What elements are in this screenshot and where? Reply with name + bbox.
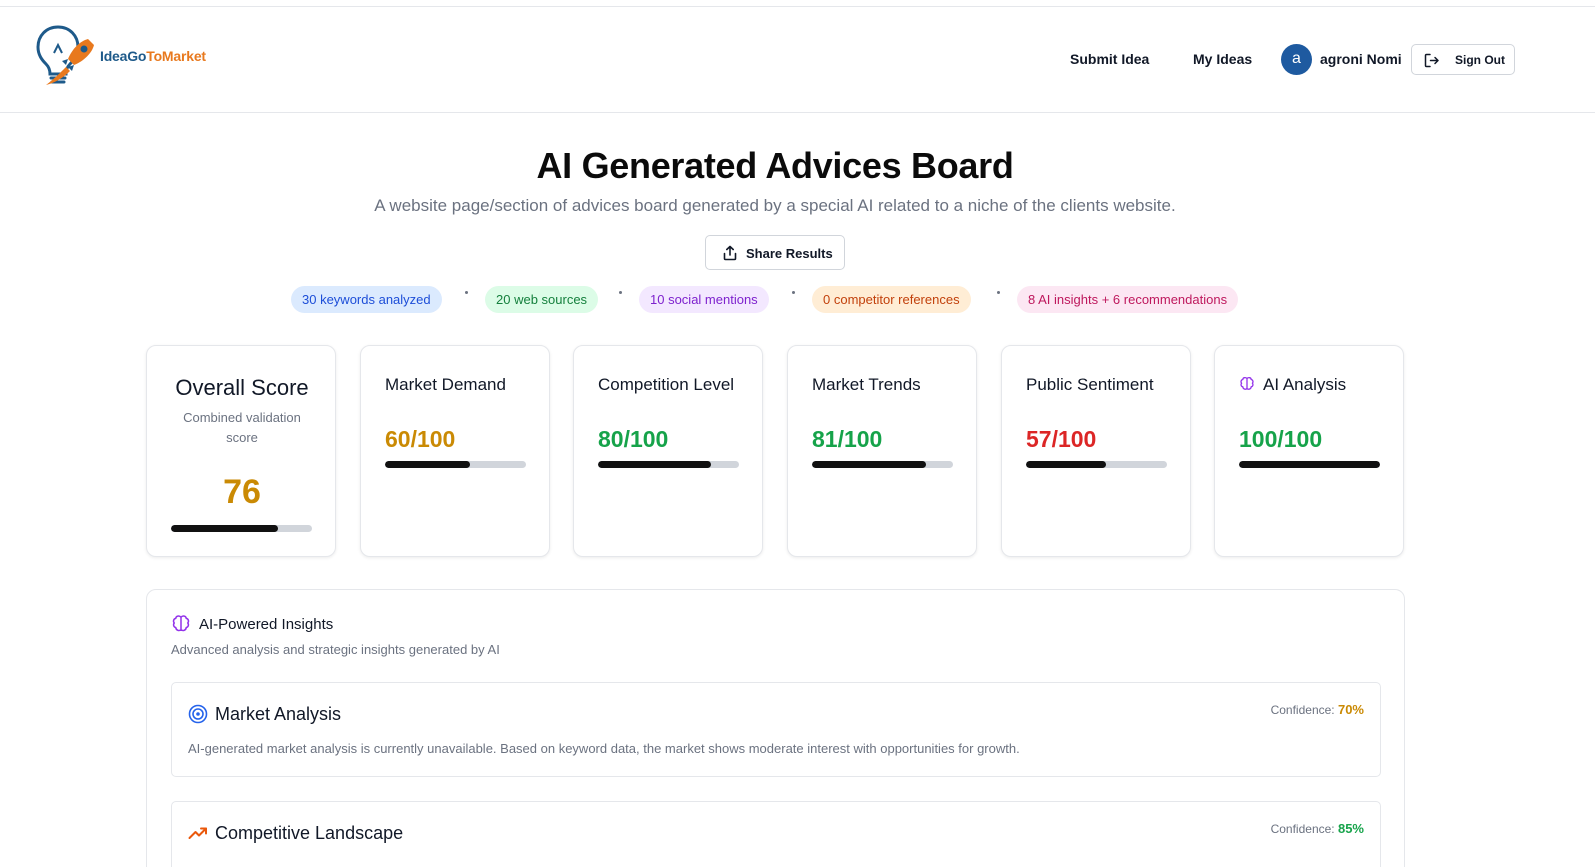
insight-title: Competitive Landscape	[215, 823, 404, 843]
metric-card-public-sentiment: Public Sentiment 57/100	[1001, 345, 1191, 557]
sign-out-label: Sign Out	[1455, 53, 1505, 67]
overall-score-value: 76	[223, 473, 261, 511]
brain-icon	[1240, 376, 1254, 390]
brand-name-part2: ToMarket	[146, 48, 206, 64]
page-subtitle: A website page/section of advices board …	[374, 196, 1176, 215]
confidence-value: 85%	[1337, 821, 1364, 836]
share-results-label: Share Results	[746, 246, 833, 261]
metric-progress-bar	[385, 461, 526, 468]
top-navbar: IdeaGoToMarket Submit Idea My Ideas a ag…	[0, 7, 1595, 113]
overall-score-card: Overall Score Combined validation score …	[146, 345, 336, 557]
brand-name: IdeaGoToMarket	[100, 48, 206, 64]
metric-score: 100/100	[1239, 426, 1323, 452]
brain-icon	[172, 615, 190, 632]
metric-score: 57/100	[1026, 426, 1097, 452]
brand-name-part1: IdeaGo	[100, 48, 147, 64]
stat-social-mentions: 10 social mentions	[639, 286, 769, 313]
avatar[interactable]: a	[1281, 44, 1312, 75]
stat-ai-insights: 8 AI insights + 6 recommendations	[1017, 286, 1239, 313]
metric-card-competition-level: Competition Level 80/100	[573, 345, 763, 557]
ai-insights-panel: AI-Powered Insights Advanced analysis an…	[146, 589, 1405, 867]
overall-score-description: Combined validation score	[183, 410, 301, 445]
confidence-label: Confidence:	[1270, 703, 1335, 717]
metric-card-market-trends: Market Trends 81/100	[787, 345, 977, 557]
confidence-value: 70%	[1337, 702, 1364, 717]
brand-logo[interactable]: IdeaGoToMarket	[36, 23, 236, 99]
stat-separator	[997, 291, 1000, 294]
stat-web-sources: 20 web sources	[485, 286, 599, 313]
metric-name: Public Sentiment	[1026, 375, 1154, 394]
confidence-label: Confidence:	[1270, 822, 1335, 836]
overall-score-title: Overall Score	[175, 375, 309, 400]
stat-separator	[792, 291, 795, 294]
stat-keywords: 30 keywords analyzed	[291, 286, 442, 313]
target-icon	[188, 704, 208, 724]
username[interactable]: agroni Nomi	[1320, 51, 1402, 67]
overall-score-progress-fill	[171, 525, 279, 532]
metric-name: AI Analysis	[1263, 375, 1347, 394]
metric-name: Competition Level	[598, 375, 735, 394]
metric-name: Market Demand	[385, 375, 506, 394]
metric-progress-bar	[1026, 461, 1167, 468]
insight-market-analysis: Market Analysis Confidence: 70% AI-gener…	[171, 682, 1381, 777]
stat-competitor-references: 0 competitor references	[812, 286, 971, 313]
trending-up-icon	[188, 827, 207, 839]
sign-out-button[interactable]: Sign Out	[1411, 44, 1515, 75]
metric-card-ai-analysis: AI Analysis 100/100	[1214, 345, 1404, 557]
nav-my-ideas[interactable]: My Ideas	[1193, 51, 1252, 67]
insight-text: AI-generated market analysis is currentl…	[188, 741, 1020, 756]
insight-confidence: Confidence: 85%	[1271, 821, 1364, 836]
share-results-button[interactable]: Share Results	[705, 235, 845, 270]
metric-progress-fill	[1239, 461, 1380, 468]
logout-icon	[1424, 53, 1439, 68]
share-icon	[723, 245, 737, 261]
metric-progress-fill	[385, 461, 470, 468]
metric-score: 80/100	[598, 426, 669, 452]
page-title: AI Generated Advices Board	[536, 145, 1014, 186]
insights-title: AI-Powered Insights	[199, 616, 334, 633]
stat-separator	[619, 291, 622, 294]
metric-progress-fill	[812, 461, 927, 468]
metric-card-market-demand: Market Demand 60/100	[360, 345, 550, 557]
lightbulb-rocket-logo-icon	[36, 25, 94, 85]
insight-competitive-landscape: Competitive Landscape Confidence: 85%	[171, 801, 1381, 867]
metric-score: 81/100	[812, 426, 883, 452]
metric-progress-fill	[1026, 461, 1107, 468]
overall-score-progress-bar	[171, 525, 312, 532]
metric-progress-bar	[812, 461, 953, 468]
nav-submit-idea[interactable]: Submit Idea	[1070, 51, 1149, 67]
metric-progress-bar	[598, 461, 739, 468]
insight-title: Market Analysis	[215, 704, 342, 724]
metric-name: Market Trends	[812, 375, 921, 394]
metric-progress-fill	[598, 461, 711, 468]
metric-score: 60/100	[385, 426, 456, 452]
insights-description: Advanced analysis and strategic insights…	[171, 642, 500, 657]
metric-progress-bar	[1239, 461, 1380, 468]
stat-separator	[465, 291, 468, 294]
insight-confidence: Confidence: 70%	[1271, 702, 1364, 717]
